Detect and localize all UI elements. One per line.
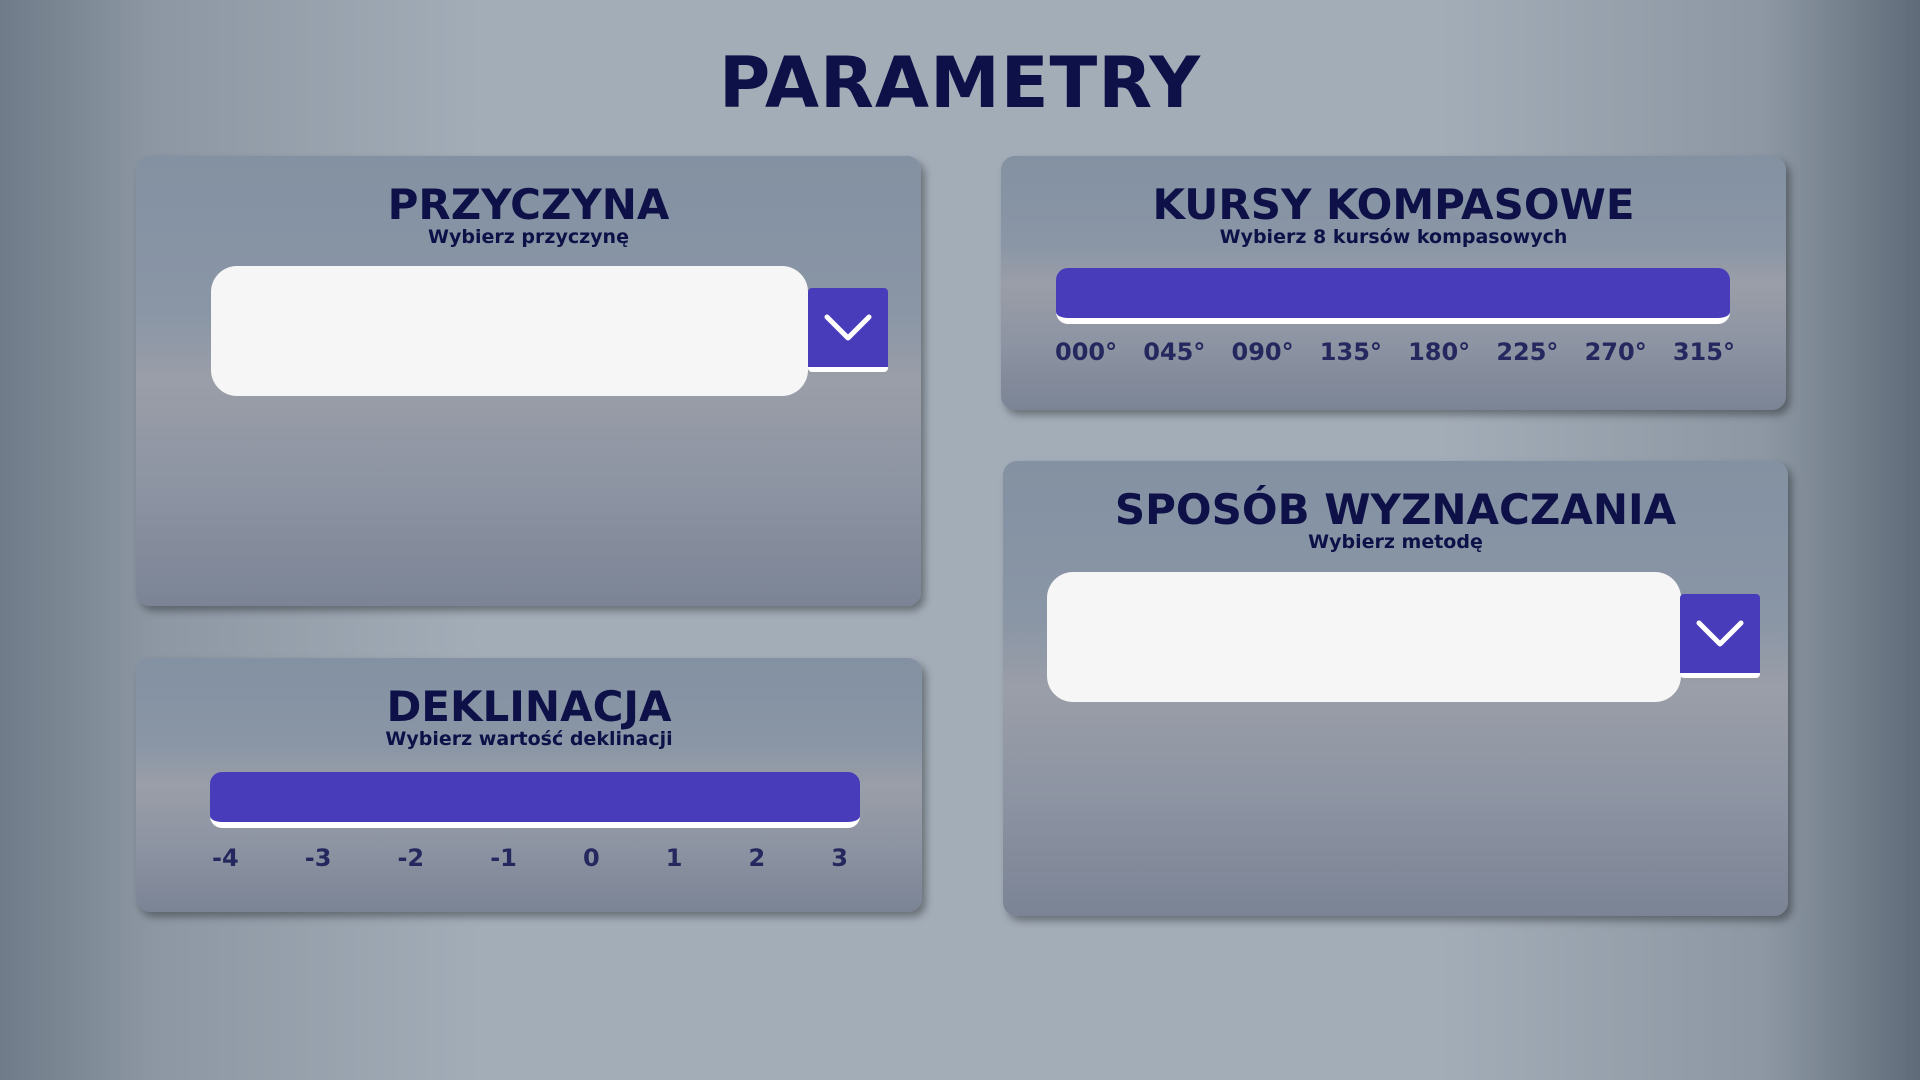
kursy-tick: 090° — [1231, 338, 1294, 366]
kursy-subtitle: Wybierz 8 kursów kompasowych — [1219, 226, 1568, 248]
deklinacja-title: DEKLINACJA — [386, 682, 672, 731]
deklinacja-tick-labels: -4 -3 -2 -1 0 1 2 3 — [212, 844, 848, 872]
deklinacja-subtitle: Wybierz wartość deklinacji — [385, 728, 673, 750]
deklinacja-tick: -1 — [490, 844, 517, 872]
chevron-down-icon — [1696, 620, 1744, 646]
kursy-tick: 180° — [1408, 338, 1471, 366]
page-title: PARAMETRY — [718, 42, 1202, 124]
deklinacja-tick: -3 — [304, 844, 332, 872]
kursy-tick: 225° — [1496, 338, 1559, 366]
sposob-select[interactable] — [1047, 572, 1681, 702]
sposob-dropdown-button[interactable] — [1680, 594, 1760, 678]
przyczyna-panel: PRZYCZYNA Wybierz przyczynę — [136, 156, 921, 606]
przyczyna-title: PRZYCZYNA — [387, 180, 670, 229]
deklinacja-tick: 2 — [748, 844, 766, 872]
kursy-tick: 315° — [1672, 338, 1735, 366]
przyczyna-select[interactable] — [211, 266, 808, 396]
przyczyna-subtitle: Wybierz przyczynę — [428, 226, 629, 248]
kursy-slider[interactable] — [1056, 268, 1730, 324]
deklinacja-tick: 1 — [665, 844, 683, 872]
sposob-subtitle: Wybierz metodę — [1308, 531, 1483, 553]
deklinacja-panel: DEKLINACJA Wybierz wartość deklinacji -4… — [136, 658, 922, 912]
kursy-tick: 270° — [1584, 338, 1647, 366]
deklinacja-tick: 3 — [831, 844, 848, 872]
kursy-tick: 135° — [1319, 338, 1382, 366]
chevron-down-icon — [824, 314, 872, 340]
kursy-title: KURSY KOMPASOWE — [1152, 180, 1635, 229]
kursy-tick-labels: 000° 045° 090° 135° 180° 225° 270° 315° — [1055, 338, 1735, 366]
deklinacja-tick: 0 — [582, 844, 600, 872]
kursy-tick: 000° — [1055, 338, 1118, 366]
kursy-tick: 045° — [1143, 338, 1206, 366]
deklinacja-slider[interactable] — [210, 772, 860, 828]
sposob-title: SPOSÓB WYZNACZANIA — [1114, 485, 1677, 534]
deklinacja-tick: -4 — [212, 844, 239, 872]
sposob-panel: SPOSÓB WYZNACZANIA Wybierz metodę — [1003, 461, 1788, 916]
przyczyna-dropdown-button[interactable] — [808, 288, 888, 372]
deklinacja-tick: -2 — [397, 844, 425, 872]
kursy-panel: KURSY KOMPASOWE Wybierz 8 kursów kompaso… — [1001, 156, 1786, 410]
